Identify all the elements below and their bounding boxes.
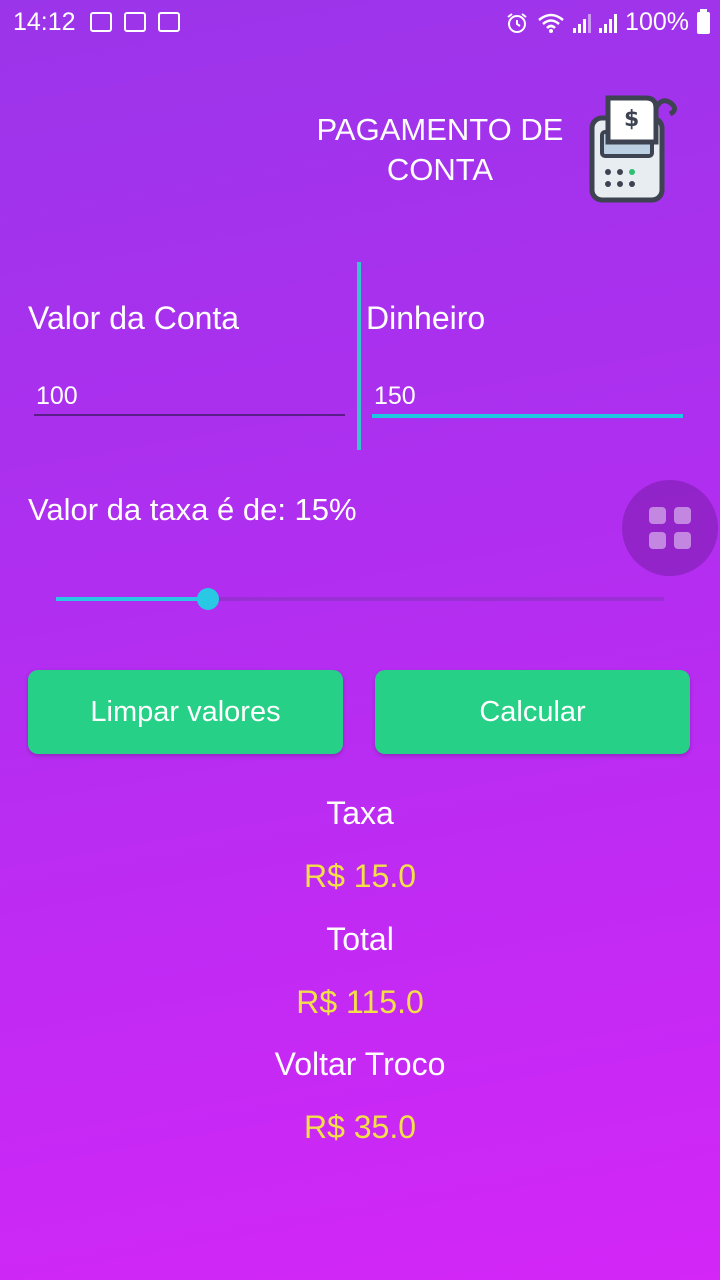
fee-label: Taxa xyxy=(326,795,394,831)
cash-input[interactable]: 150 xyxy=(374,382,416,411)
svg-text:$: $ xyxy=(624,107,639,132)
change-label: Voltar Troco xyxy=(274,1046,446,1082)
status-bar: 14:12 100% xyxy=(0,0,720,46)
battery-percent: 100% xyxy=(625,8,689,36)
slider-fill xyxy=(56,597,208,601)
page-title: PAGAMENTO DE CONTA xyxy=(316,112,564,187)
status-time: 14:12 xyxy=(13,8,76,36)
calculate-button[interactable]: Calcular xyxy=(375,670,690,754)
slider-thumb[interactable] xyxy=(197,588,219,610)
fee-value: R$ 15.0 xyxy=(303,858,417,894)
floating-menu-button[interactable] xyxy=(622,480,718,576)
battery-icon xyxy=(697,8,710,34)
rate-slider[interactable] xyxy=(56,588,664,610)
rate-label: Valor da taxa é de: 15% xyxy=(28,492,357,527)
bill-input-underline xyxy=(34,414,345,416)
bill-input[interactable]: 100 xyxy=(36,382,78,411)
total-label: Total xyxy=(326,921,394,957)
alarm-icon xyxy=(507,12,527,33)
signal-icon xyxy=(573,13,592,33)
wifi-icon xyxy=(538,13,564,33)
cash-input-underline xyxy=(372,414,683,418)
pos-terminal-icon: $ xyxy=(589,95,678,203)
voicemail-2-icon xyxy=(158,12,180,32)
notification-icons xyxy=(90,12,180,32)
system-icons: 100% xyxy=(505,8,710,37)
change-value: R$ 35.0 xyxy=(303,1109,417,1145)
vertical-divider xyxy=(357,262,361,450)
image-icon xyxy=(90,12,112,32)
cash-label: Dinheiro xyxy=(366,300,486,336)
clear-button[interactable]: Limpar valores xyxy=(28,670,343,754)
bill-label: Valor da Conta xyxy=(28,300,240,336)
signal-icon xyxy=(599,13,618,33)
voicemail-1-icon xyxy=(124,12,146,32)
total-value: R$ 115.0 xyxy=(296,984,424,1020)
